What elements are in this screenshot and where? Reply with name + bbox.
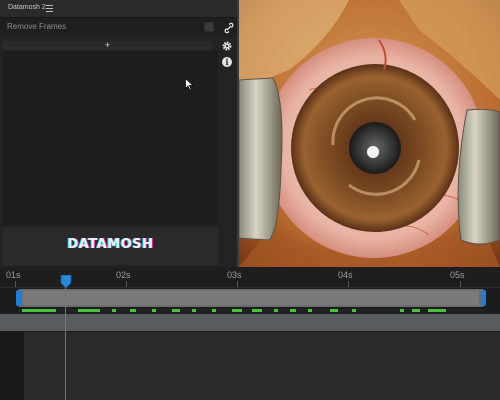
layer-track[interactable]	[0, 314, 500, 331]
keyframe-segment[interactable]	[152, 309, 156, 312]
timeline: 01s 02s 03s 04s 05s	[0, 267, 500, 400]
hamburger-menu-icon[interactable]	[46, 3, 53, 12]
tick-mark	[15, 281, 16, 287]
keyframe-segment[interactable]	[412, 309, 420, 312]
tick-label-05s: 05s	[450, 270, 465, 280]
tick-label-04s: 04s	[338, 270, 353, 280]
lane-area[interactable]	[24, 332, 500, 400]
effect-panel: Datamosh 2 Remove Frames + i DATAMOSH	[0, 0, 238, 267]
keyframe-segment[interactable]	[232, 309, 242, 312]
keyframe-track	[18, 309, 484, 312]
keyframe-segment[interactable]	[112, 309, 116, 312]
keyframe-segment[interactable]	[252, 309, 262, 312]
plus-icon: +	[104, 40, 111, 50]
tick-mark	[460, 281, 461, 287]
remove-frames-checkbox[interactable]	[204, 22, 214, 32]
video-preview	[239, 0, 500, 267]
keyframe-segment[interactable]	[308, 309, 312, 312]
link-icon[interactable]	[224, 21, 234, 34]
keyframe-segment[interactable]	[172, 309, 180, 312]
time-ruler[interactable]: 01s 02s 03s 04s 05s	[0, 267, 500, 288]
tick-label-02s: 02s	[116, 270, 131, 280]
work-area-bar[interactable]	[18, 289, 484, 307]
info-icon[interactable]: i	[222, 57, 232, 67]
panel-title: Datamosh 2	[8, 4, 46, 11]
playhead-line[interactable]	[65, 287, 66, 400]
keyframe-segment[interactable]	[330, 309, 338, 312]
tick-mark	[348, 281, 349, 287]
lane-gutter	[0, 332, 24, 400]
tick-mark	[237, 281, 238, 287]
keyframe-segment[interactable]	[22, 309, 56, 312]
keyframe-segment[interactable]	[192, 309, 196, 312]
tick-label-03s: 03s	[227, 270, 242, 280]
remove-frames-row: Remove Frames	[0, 18, 238, 36]
timeline-lanes	[0, 332, 500, 400]
keyframe-segment[interactable]	[274, 309, 278, 312]
datamosh-logo: DATAMOSH	[67, 237, 154, 252]
logo-area: DATAMOSH	[3, 227, 218, 265]
work-area-fill	[23, 291, 479, 305]
gear-icon[interactable]	[221, 39, 233, 51]
keyframe-segment[interactable]	[78, 309, 100, 312]
mouse-cursor-icon	[185, 77, 194, 91]
work-area-start-handle[interactable]	[16, 290, 21, 306]
tick-mark	[126, 281, 127, 287]
add-frame-button[interactable]: +	[3, 40, 212, 50]
keyframe-segment[interactable]	[428, 309, 446, 312]
remove-frames-label: Remove Frames	[7, 22, 67, 31]
keyframe-segment[interactable]	[212, 309, 216, 312]
tick-label-01s: 01s	[6, 270, 21, 280]
keyframe-segment[interactable]	[352, 309, 356, 312]
panel-header: Datamosh 2	[0, 0, 238, 18]
eye-image	[239, 0, 500, 267]
playhead-marker-icon[interactable]	[60, 274, 72, 289]
keyframe-segment[interactable]	[130, 309, 136, 312]
keyframe-segment[interactable]	[290, 309, 296, 312]
keyframe-segment[interactable]	[400, 309, 404, 312]
work-area-end-handle[interactable]	[481, 290, 486, 306]
